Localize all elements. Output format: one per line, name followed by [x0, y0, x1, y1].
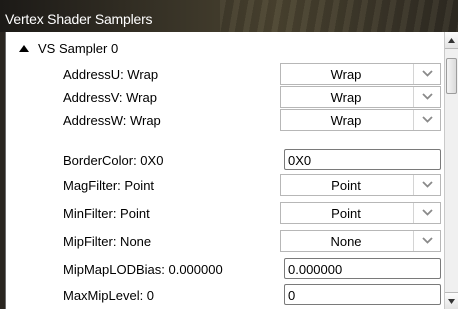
property-label: MipFilter: None	[63, 234, 152, 249]
property-panel: VS Sampler 0 AddressU: Wrap Wrap Address…	[5, 32, 444, 309]
property-label: AddressW: Wrap	[63, 113, 161, 128]
chevron-down-icon	[422, 116, 433, 123]
dropdown-value: Wrap	[330, 90, 362, 105]
chevron-down-icon	[422, 181, 433, 188]
dropdown-button[interactable]	[413, 64, 440, 84]
dropdown-button[interactable]	[413, 203, 440, 223]
arrow-down-icon	[448, 299, 455, 304]
field-value: 0X0	[288, 153, 312, 168]
collapse-triangle-icon[interactable]	[19, 45, 29, 52]
arrow-up-icon	[448, 38, 455, 43]
property-row-max-mip-level: MaxMipLevel: 0 0	[6, 284, 444, 307]
field-value: 0.000000	[288, 262, 343, 277]
chevron-down-icon	[422, 209, 433, 216]
chevron-down-icon	[422, 237, 433, 244]
dropdown-button[interactable]	[413, 231, 440, 251]
max-mip-level-field[interactable]: 0	[284, 284, 441, 305]
sampler-section-header[interactable]: VS Sampler 0	[6, 39, 436, 59]
property-row-address-v: AddressV: Wrap Wrap	[6, 86, 444, 109]
property-row-mip-lod-bias: MipMapLODBias: 0.000000 0.000000	[6, 258, 444, 281]
property-row-mag-filter: MagFilter: Point Point	[6, 174, 444, 197]
dropdown-value: Wrap	[330, 113, 362, 128]
property-row-border-color: BorderColor: 0X0 0X0	[6, 149, 444, 172]
field-value: 0	[288, 288, 296, 303]
dropdown-value: Point	[331, 206, 361, 221]
border-color-field[interactable]: 0X0	[284, 149, 441, 170]
chevron-down-icon	[422, 70, 433, 77]
property-label: MipMapLODBias: 0.000000	[63, 262, 223, 277]
property-label: MaxMipLevel: 0	[63, 288, 155, 303]
mip-filter-dropdown[interactable]: None	[280, 230, 441, 252]
section-label: VS Sampler 0	[38, 41, 119, 56]
property-row-min-filter: MinFilter: Point Point	[6, 202, 444, 225]
chevron-down-icon	[422, 93, 433, 100]
property-label: MagFilter: Point	[63, 178, 155, 193]
scroll-down-button[interactable]	[445, 292, 458, 309]
dropdown-button[interactable]	[413, 175, 440, 195]
property-row-address-w: AddressW: Wrap Wrap	[6, 109, 444, 132]
mip-lod-bias-field[interactable]: 0.000000	[284, 258, 441, 279]
vertical-scrollbar[interactable]	[444, 32, 458, 309]
dropdown-value: None	[330, 234, 362, 249]
property-label: AddressV: Wrap	[63, 90, 157, 105]
window-title: Vertex Shader Samplers	[5, 11, 153, 27]
property-label: AddressU: Wrap	[63, 67, 159, 82]
property-label: MinFilter: Point	[63, 206, 150, 221]
min-filter-dropdown[interactable]: Point	[280, 202, 441, 224]
property-label: BorderColor: 0X0	[63, 153, 164, 168]
dropdown-value: Wrap	[330, 67, 362, 82]
window-titlebar[interactable]: Vertex Shader Samplers	[0, 0, 458, 32]
address-v-dropdown[interactable]: Wrap	[280, 86, 441, 108]
dropdown-button[interactable]	[413, 87, 440, 107]
dropdown-value: Point	[331, 178, 361, 193]
mag-filter-dropdown[interactable]: Point	[280, 174, 441, 196]
dropdown-button[interactable]	[413, 110, 440, 130]
property-row-mip-filter: MipFilter: None None	[6, 230, 444, 253]
scroll-thumb[interactable]	[446, 58, 457, 94]
address-w-dropdown[interactable]: Wrap	[280, 109, 441, 131]
scroll-up-button[interactable]	[445, 32, 458, 49]
property-row-address-u: AddressU: Wrap Wrap	[6, 63, 444, 86]
address-u-dropdown[interactable]: Wrap	[280, 63, 441, 85]
